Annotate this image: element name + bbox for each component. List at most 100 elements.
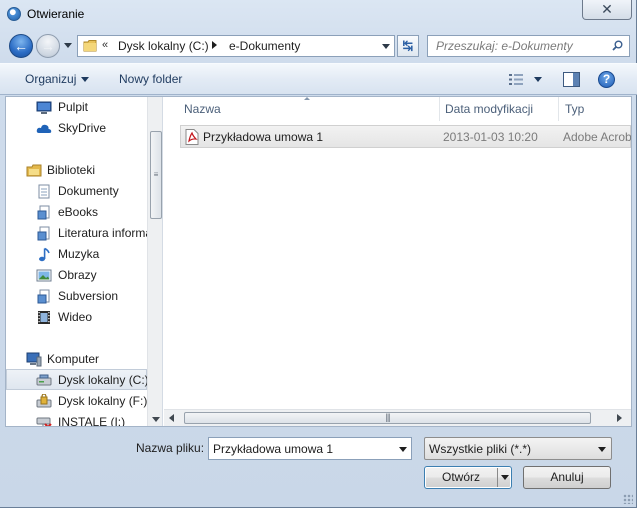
- navigation-bar: ← → « Dysk lokalny (C:) e-Dokumenty ↹: [0, 30, 637, 62]
- address-bar[interactable]: « Dysk lokalny (C:) e-Dokumenty: [77, 35, 395, 57]
- file-type: Adobe Acrobat Document: [563, 130, 631, 144]
- navigation-pane: Pulpit SkyDrive Biblioteki Dokumenty eBo…: [6, 97, 163, 426]
- scroll-left-icon[interactable]: [169, 414, 174, 422]
- sidebar-item-obrazy[interactable]: Obrazy: [6, 265, 147, 286]
- filetype-select[interactable]: Wszystkie pliki (*.*): [424, 437, 612, 460]
- close-button[interactable]: ✕: [582, 0, 632, 20]
- sidebar-item-label: Dysk lokalny (C:): [58, 373, 149, 387]
- sidebar-item-instale[interactable]: INSTALE (I:): [6, 412, 147, 426]
- file-list-header: Nazwa Data modyfikacji Typ: [164, 97, 631, 121]
- close-icon: ✕: [601, 1, 613, 17]
- file-list-horizontal-scrollbar[interactable]: |||: [164, 409, 631, 426]
- title-bar: Otwieranie ✕: [0, 0, 637, 30]
- open-button[interactable]: Otwórz: [424, 466, 512, 489]
- column-divider[interactable]: [439, 97, 440, 121]
- resize-grip-icon[interactable]: [623, 494, 633, 504]
- organize-button[interactable]: Organizuj: [25, 72, 76, 86]
- sidebar-item-literatura[interactable]: Literatura informatyczna: [6, 223, 162, 244]
- pdf-icon: [185, 129, 199, 145]
- sidebar-item-label: Obrazy: [58, 268, 97, 282]
- filename-label: Nazwa pliku:: [136, 441, 205, 455]
- search-icon[interactable]: [612, 40, 623, 51]
- sidebar-item-label: Subversion: [58, 289, 119, 303]
- sidebar-item-dysk-c[interactable]: Dysk lokalny (C:): [6, 369, 149, 390]
- sidebar-item-label: SkyDrive: [58, 121, 107, 135]
- sidebar-item-subversion[interactable]: Subversion: [6, 286, 147, 307]
- music-icon: [39, 247, 50, 262]
- forward-button[interactable]: →: [36, 34, 60, 58]
- scrollbar-thumb[interactable]: |||: [184, 412, 591, 424]
- filetype-value: Wszystkie pliki (*.*): [429, 442, 532, 456]
- file-modified-date: 2013-01-03 10:20: [443, 130, 538, 144]
- open-options-chevron-down-icon[interactable]: [501, 475, 509, 480]
- preview-pane-icon[interactable]: [563, 72, 580, 87]
- chevron-down-icon[interactable]: [399, 447, 407, 452]
- column-header-name[interactable]: Nazwa: [184, 102, 221, 116]
- sidebar-item-muzyka[interactable]: Muzyka: [6, 244, 147, 265]
- back-arrow-icon: ←: [14, 38, 28, 54]
- scroll-down-icon[interactable]: [152, 417, 160, 422]
- sidebar-item-biblioteki[interactable]: Biblioteki: [6, 160, 147, 181]
- breadcrumb-overflow[interactable]: «: [102, 39, 108, 51]
- breadcrumb-e-dokumenty[interactable]: e-Dokumenty: [229, 39, 300, 53]
- sidebar-item-label: eBooks: [58, 205, 99, 219]
- libraries-icon: [26, 164, 42, 177]
- forward-arrow-icon: →: [41, 38, 55, 54]
- scroll-right-icon[interactable]: [617, 414, 622, 422]
- sidebar-item-label: Muzyka: [58, 247, 100, 261]
- sidebar-item-label: Komputer: [47, 352, 100, 366]
- library-folder-icon: [37, 226, 50, 241]
- breadcrumb-drive-c[interactable]: Dysk lokalny (C:): [118, 39, 209, 53]
- new-folder-button[interactable]: Nowy folder: [119, 72, 182, 86]
- split-divider: [497, 468, 498, 487]
- open-button-label: Otwórz: [441, 470, 480, 484]
- organize-chevron-down-icon[interactable]: [81, 77, 89, 82]
- sidebar-item-label: Dysk lokalny (F:): [58, 394, 148, 408]
- sidebar-item-komputer[interactable]: Komputer: [6, 349, 147, 370]
- filename-input[interactable]: [209, 438, 393, 459]
- view-options-chevron-down-icon[interactable]: [534, 77, 542, 82]
- help-icon[interactable]: ?: [598, 71, 615, 88]
- sidebar-item-skydrive[interactable]: SkyDrive: [6, 118, 147, 139]
- chevron-down-icon: [64, 43, 72, 48]
- chevron-down-icon: [598, 447, 606, 452]
- scrollbar-grip-icon: |||: [385, 412, 390, 422]
- sidebar-item-pulpit[interactable]: Pulpit: [6, 97, 147, 118]
- computer-icon: [26, 352, 42, 367]
- refresh-button[interactable]: ↹: [397, 35, 419, 57]
- drive-locked-icon: [36, 394, 52, 408]
- search-input[interactable]: [430, 37, 605, 55]
- documents-icon: [38, 184, 50, 199]
- sidebar-item-ebooks[interactable]: eBooks: [6, 202, 147, 223]
- video-icon: [38, 311, 50, 324]
- network-drive-disconnected-icon: [36, 417, 52, 426]
- sidebar-item-dysk-f[interactable]: Dysk lokalny (F:): [6, 391, 147, 412]
- search-box[interactable]: [427, 35, 630, 57]
- recent-locations-button[interactable]: [63, 42, 73, 50]
- folder-icon: [83, 40, 97, 52]
- navigation-pane-scrollbar[interactable]: ≡: [147, 97, 162, 426]
- drive-icon: [36, 374, 52, 386]
- sidebar-item-label: Biblioteki: [47, 163, 96, 177]
- library-folder-icon: [37, 205, 50, 220]
- filename-combobox[interactable]: [208, 437, 412, 460]
- pictures-icon: [36, 269, 52, 282]
- column-header-modified[interactable]: Data modyfikacji: [445, 102, 533, 116]
- column-header-type[interactable]: Typ: [565, 102, 584, 116]
- sidebar-item-dokumenty[interactable]: Dokumenty: [6, 181, 147, 202]
- sidebar-item-label: Pulpit: [58, 100, 89, 114]
- sidebar-item-wideo[interactable]: Wideo: [6, 307, 147, 328]
- cancel-button[interactable]: Anuluj: [523, 466, 611, 489]
- change-view-icon[interactable]: [509, 74, 523, 85]
- back-button[interactable]: ←: [9, 34, 33, 58]
- desktop-icon: [36, 101, 52, 114]
- scrollbar-thumb[interactable]: ≡: [150, 131, 162, 219]
- file-row[interactable]: Przykładowa umowa 1 2013-01-03 10:20 Ado…: [180, 125, 631, 148]
- column-divider[interactable]: [558, 97, 559, 121]
- sidebar-item-label: Dokumenty: [58, 184, 119, 198]
- sort-ascending-icon: [304, 97, 310, 100]
- address-dropdown-icon[interactable]: [382, 44, 390, 49]
- scrollbar-grip-icon: ≡: [153, 170, 159, 179]
- command-bar: Organizuj Nowy folder ?: [0, 63, 637, 95]
- breadcrumb-separator-icon[interactable]: [212, 41, 217, 49]
